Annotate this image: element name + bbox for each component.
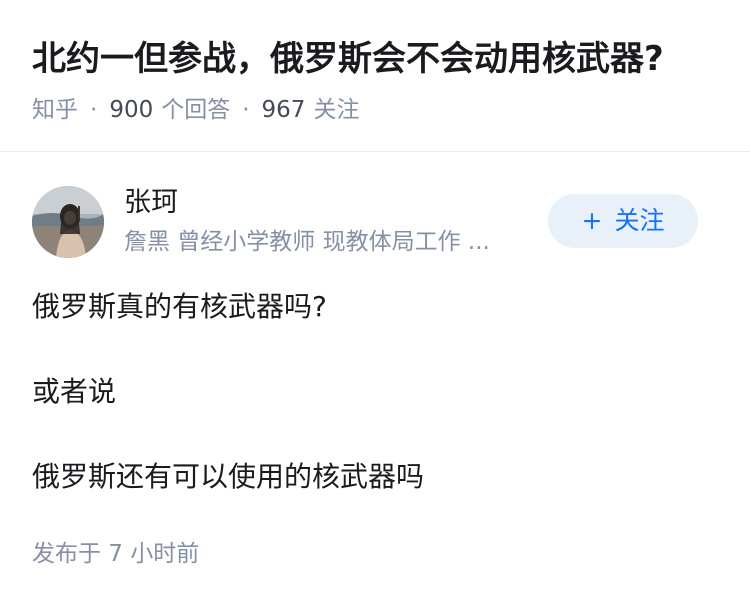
publish-time: 发布于 7 小时前 <box>32 541 200 567</box>
follow-count[interactable]: 967 <box>262 97 306 123</box>
author-name[interactable]: 张珂 <box>124 186 178 220</box>
avatar[interactable] <box>32 186 104 258</box>
question-meta: 知乎 · 900 个回答 · 967 关注 <box>32 94 359 126</box>
follow-count-label[interactable]: 关注 <box>313 97 359 123</box>
author-bio: 詹黑 曾经小学教师 现教体局工作 ... <box>124 229 490 255</box>
answer-paragraph: 俄罗斯还有可以使用的核武器吗 <box>32 460 425 493</box>
answer-paragraph: 俄罗斯真的有核武器吗? <box>32 290 327 323</box>
plus-icon: + <box>581 206 603 235</box>
follow-button-label: 关注 <box>614 206 665 235</box>
answer-count[interactable]: 900 <box>109 97 153 123</box>
author-info: 张珂 詹黑 曾经小学教师 现教体局工作 ... + 关注 <box>32 186 718 258</box>
avatar-image <box>32 186 104 258</box>
answer-content[interactable]: 俄罗斯真的有核武器吗? 或者说 俄罗斯还有可以使用的核武器吗 <box>32 290 718 545</box>
question-header: 北约一但参战，俄罗斯会不会动用核武器? 知乎 · 900 个回答 · 967 关注 <box>0 0 750 152</box>
source-label[interactable]: 知乎 <box>32 97 78 123</box>
separator-dot: · <box>90 97 98 123</box>
separator-dot: · <box>242 97 250 123</box>
answer-paragraph: 或者说 <box>32 375 117 408</box>
question-title[interactable]: 北约一但参战，俄罗斯会不会动用核武器? <box>32 36 664 82</box>
follow-button[interactable]: + 关注 <box>548 194 698 248</box>
answer-count-label[interactable]: 个回答 <box>161 97 230 123</box>
